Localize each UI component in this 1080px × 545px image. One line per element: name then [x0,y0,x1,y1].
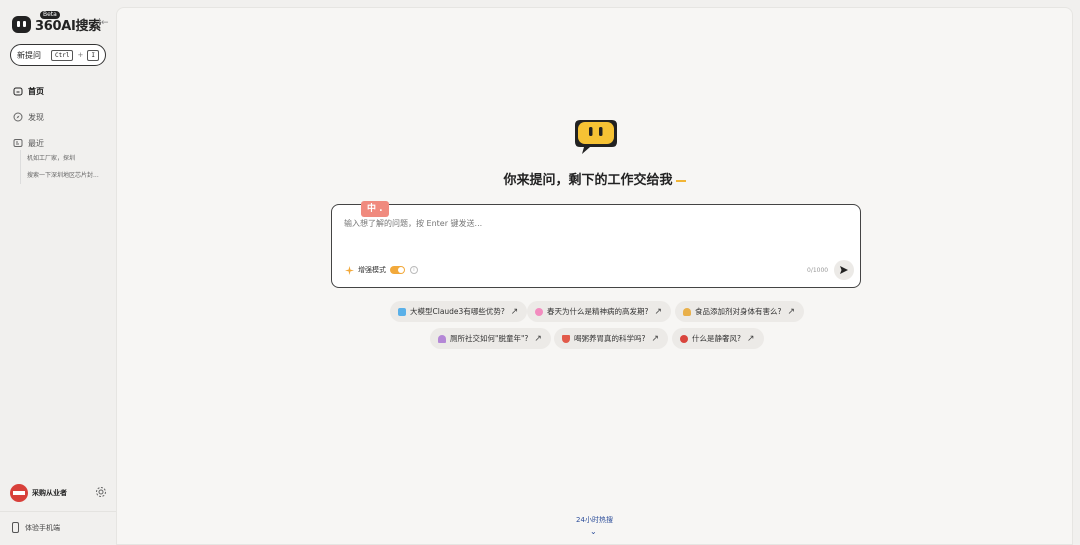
suggestion-chip[interactable]: 春天为什么是精神病的高发期? ↗ [527,301,672,322]
lipstick-icon [680,334,688,343]
suggestion-chip[interactable]: 厕所社交如何"脱童年"? ↗ [430,328,551,349]
mobile-app-link[interactable]: 体验手机端 [12,522,60,533]
page-title: 你来提问，剩下的工作交给我 [117,169,1072,188]
info-icon[interactable]: i [410,266,418,274]
shortcut-i-key: I [87,49,99,61]
sidebar-nav: 首页 发现 最近 [12,78,112,156]
sidebar: Beta 360AI搜索 |← 新提问 Ctrl + I 首页 发现 最近 机如… [0,0,116,545]
list-item[interactable]: 机如工厂家，探圳 [27,150,112,167]
chevron-down-icon[interactable]: ⌄ [590,527,597,536]
new-question-button[interactable]: 新提问 Ctrl + I [10,44,106,66]
send-button[interactable] [834,260,854,280]
new-question-label: 新提问 [17,50,42,60]
sidebar-item-home[interactable]: 首页 [12,78,112,104]
suggestion-chip[interactable]: 食品添加剂对身体有害么? ↗ [675,301,805,322]
sidebar-item-discover[interactable]: 发现 [12,104,112,130]
collapse-sidebar-icon[interactable]: |← [98,18,109,28]
suggestion-text: 大模型Claude3有哪些优势? [410,307,505,316]
username: 采购从业者 [32,489,67,497]
user-profile[interactable]: 采购从业者 [10,482,108,504]
shortcut-plus: + [77,51,84,59]
arrow-up-right-icon: ↗ [651,333,660,344]
arrow-up-right-icon: ↗ [510,306,519,317]
recent-list: 机如工厂家，探圳 搜索一下深圳地区芯片封... [20,150,112,184]
arrow-up-right-icon: ↗ [534,333,542,344]
compass-icon [12,112,23,123]
poop-icon [438,334,446,343]
logo[interactable]: Beta 360AI搜索 [12,11,101,36]
hot-search-link[interactable]: 24小时热搜 [117,515,1072,525]
list-item[interactable]: 搜索一下深圳地区芯片封... [27,167,112,184]
suggestion-text: 什么是静奢风? [692,334,741,343]
mascot-icon [575,120,617,154]
mobile-app-label: 体验手机端 [25,523,60,532]
home-icon [12,86,23,97]
headline-text: 你来提问，剩下的工作交给我 [503,173,673,188]
arrow-up-right-icon: ↗ [746,333,755,344]
sidebar-item-label: 首页 [28,86,44,96]
ime-indicator: 中 . [361,201,389,217]
logo-mascot-icon [12,15,31,33]
suggestion-text: 厕所社交如何"脱童年"? [450,334,529,343]
enhanced-mode-label: 增强模式 [358,266,386,274]
main-panel: 你来提问，剩下的工作交给我 中 . 增强模式 i 0/1000 大模型Claud… [116,7,1073,545]
history-icon [12,138,23,149]
send-icon [840,266,848,274]
enhanced-mode: 增强模式 i [345,265,418,275]
avatar [10,484,28,502]
beta-badge: Beta [40,11,60,19]
sidebar-item-label: 发现 [28,112,44,122]
enhanced-mode-toggle[interactable] [390,266,405,274]
shortcut-ctrl-key: Ctrl [51,49,74,61]
sidebar-divider [0,511,116,512]
flower-icon [535,307,543,316]
suggestion-text: 喝粥养胃真的科学吗? [574,334,646,343]
arrow-up-right-icon: ↗ [654,306,663,317]
sparkle-icon [345,265,354,275]
arrow-up-right-icon: ↗ [787,306,796,317]
search-input[interactable] [344,219,814,228]
char-counter: 0/1000 [807,267,829,274]
question-input-box[interactable]: 中 . 增强模式 i 0/1000 [331,201,861,288]
suggestion-chip[interactable]: 什么是静奢风? ↗ [672,328,764,349]
suggestion-chip[interactable]: 喝粥养胃真的科学吗? ↗ [554,328,669,349]
monitor-icon [398,307,406,316]
phone-icon [12,522,19,533]
bowl-icon [562,334,570,343]
suggestion-text: 食品添加剂对身体有害么? [695,307,782,316]
sidebar-item-label: 最近 [28,138,44,148]
hot-search-label: 24小时热搜 [576,516,613,524]
suggestion-text: 春天为什么是精神病的高发期? [547,307,649,316]
suggestion-chip[interactable]: 大模型Claude3有哪些优势? ↗ [390,301,528,322]
typing-cursor [675,179,686,182]
food-icon [683,307,691,316]
gear-icon[interactable] [95,486,107,498]
